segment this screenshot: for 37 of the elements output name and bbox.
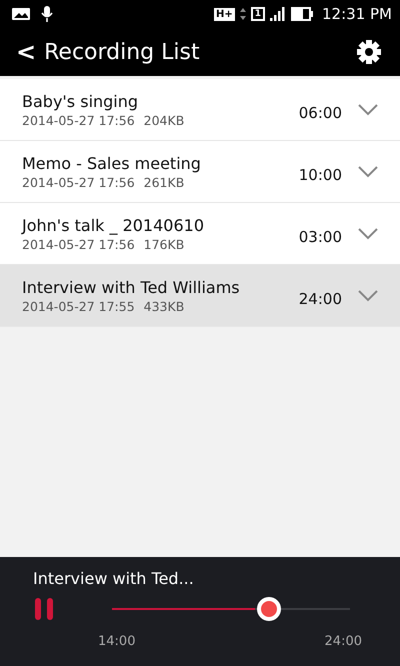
microphone-icon (41, 6, 53, 22)
battery-icon (291, 7, 314, 21)
recording-title: John's talk _ 20140610 (22, 216, 206, 234)
duration: 06:00 (298, 104, 342, 122)
file-size: 204KB (144, 112, 184, 128)
elapsed-time: 14:00 (98, 634, 136, 649)
recording-title: Memo - Sales meeting (22, 154, 202, 172)
recording-item[interactable]: Baby's singing 2014-05-27 17:56 204KB 06:00 (0, 79, 400, 141)
sim-indicator: 1 (250, 7, 266, 21)
duration: 10:00 (298, 166, 342, 184)
recording-title: Interview with Ted Williams (22, 278, 241, 296)
duration: 03:00 (298, 228, 342, 246)
data-arrows-icon (240, 7, 246, 21)
file-size: 433KB (144, 298, 184, 314)
recording-title: Baby's singing (22, 92, 140, 110)
back-button[interactable]: < (16, 38, 44, 66)
file-size: 261KB (144, 174, 184, 190)
image-icon (12, 7, 30, 21)
recording-item[interactable]: John's talk _ 20140610 2014-05-27 17:56 176KB 03:00 (0, 203, 400, 265)
chevron-down-icon[interactable] (358, 104, 378, 116)
screen-title: Recording List (44, 40, 201, 64)
recording-date: 2014-05-27 17:56 (22, 112, 135, 128)
clock: 12:31 PM (322, 5, 392, 23)
recording-date: 2014-05-27 17:56 (22, 174, 135, 190)
chevron-down-icon[interactable] (358, 166, 378, 178)
total-time: 24:00 (324, 634, 362, 649)
recording-date: 2014-05-27 17:56 (22, 236, 135, 252)
chevron-down-icon[interactable] (358, 228, 378, 240)
signal-icon (270, 7, 286, 21)
duration: 24:00 (298, 290, 342, 308)
recording-item[interactable]: Interview with Ted Williams 2014-05-27 17:55 433KB 24:00 (0, 265, 400, 327)
file-size: 176KB (144, 236, 184, 252)
recording-item[interactable]: Memo - Sales meeting 2014-05-27 17:56 261KB 10:00 (0, 141, 400, 203)
now-playing-title: Interview with Ted... (33, 569, 195, 588)
network-type: H+ (214, 8, 235, 20)
chevron-down-icon[interactable] (358, 290, 378, 302)
recording-date: 2014-05-27 17:55 (22, 298, 135, 314)
